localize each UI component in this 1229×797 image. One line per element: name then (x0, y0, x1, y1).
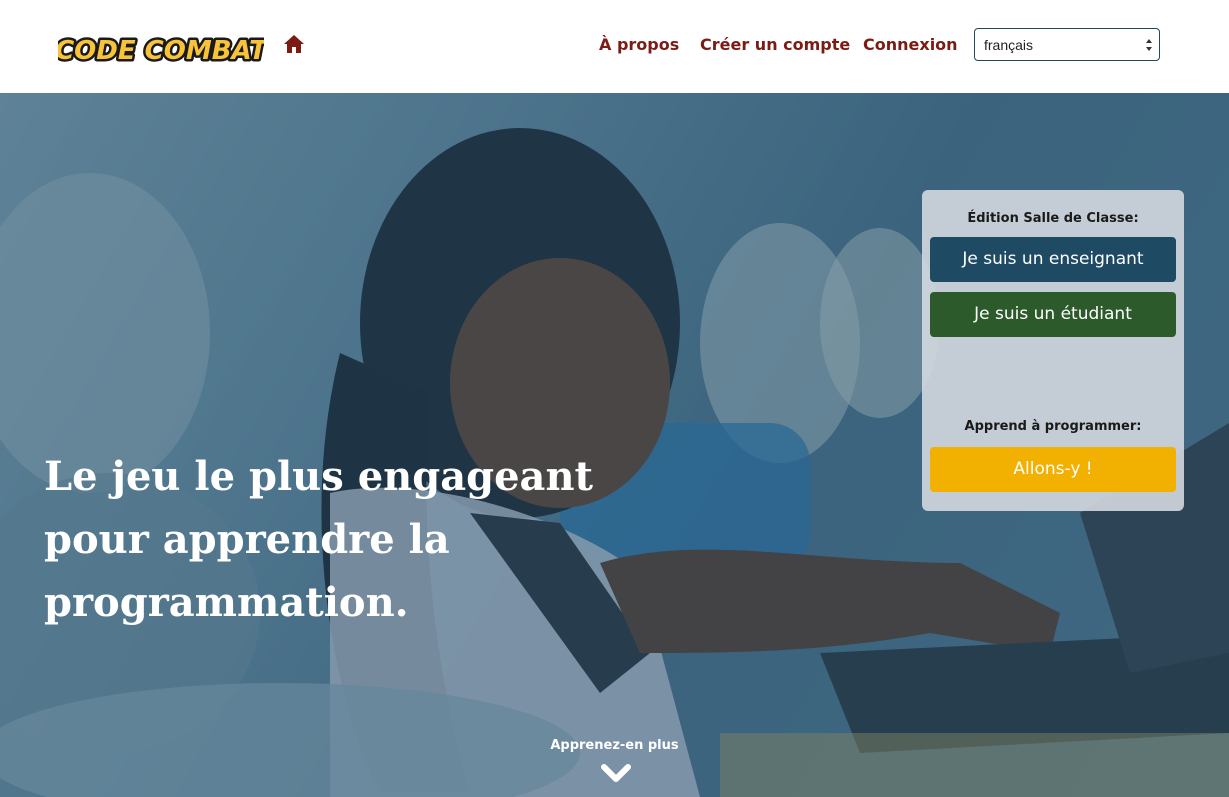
classroom-edition-label: Édition Salle de Classe: (967, 211, 1139, 226)
select-arrows-icon (1146, 39, 1152, 51)
hero-headline: Le jeu le plus engageant pour apprendre … (44, 453, 594, 626)
codecombat-logo[interactable]: CODE COMBAT CODE COMBAT (58, 26, 264, 70)
nav-link-about[interactable]: À propos (599, 35, 679, 54)
student-button[interactable]: Je suis un étudiant (930, 292, 1176, 337)
chevron-down-icon[interactable] (601, 763, 631, 785)
language-selected-value: français (984, 37, 1034, 53)
home-icon[interactable] (283, 33, 305, 55)
language-select[interactable]: français (974, 28, 1160, 61)
cta-panel: Édition Salle de Classe: Je suis un ense… (922, 190, 1184, 511)
lets-go-button[interactable]: Allons-y ! (930, 447, 1176, 492)
top-navbar: CODE COMBAT CODE COMBAT À propos Créer u… (0, 0, 1229, 93)
hero-section: Le jeu le plus engageant pour apprendre … (0, 93, 1229, 797)
logo-text-fill: CODE COMBAT (58, 36, 264, 66)
teacher-button[interactable]: Je suis un enseignant (930, 237, 1176, 282)
learn-more-link[interactable]: Apprenez-en plus (0, 738, 1229, 753)
learn-to-code-label: Apprend à programmer: (964, 419, 1142, 434)
nav-link-create-account[interactable]: Créer un compte (700, 35, 850, 54)
nav-link-login[interactable]: Connexion (863, 35, 958, 54)
